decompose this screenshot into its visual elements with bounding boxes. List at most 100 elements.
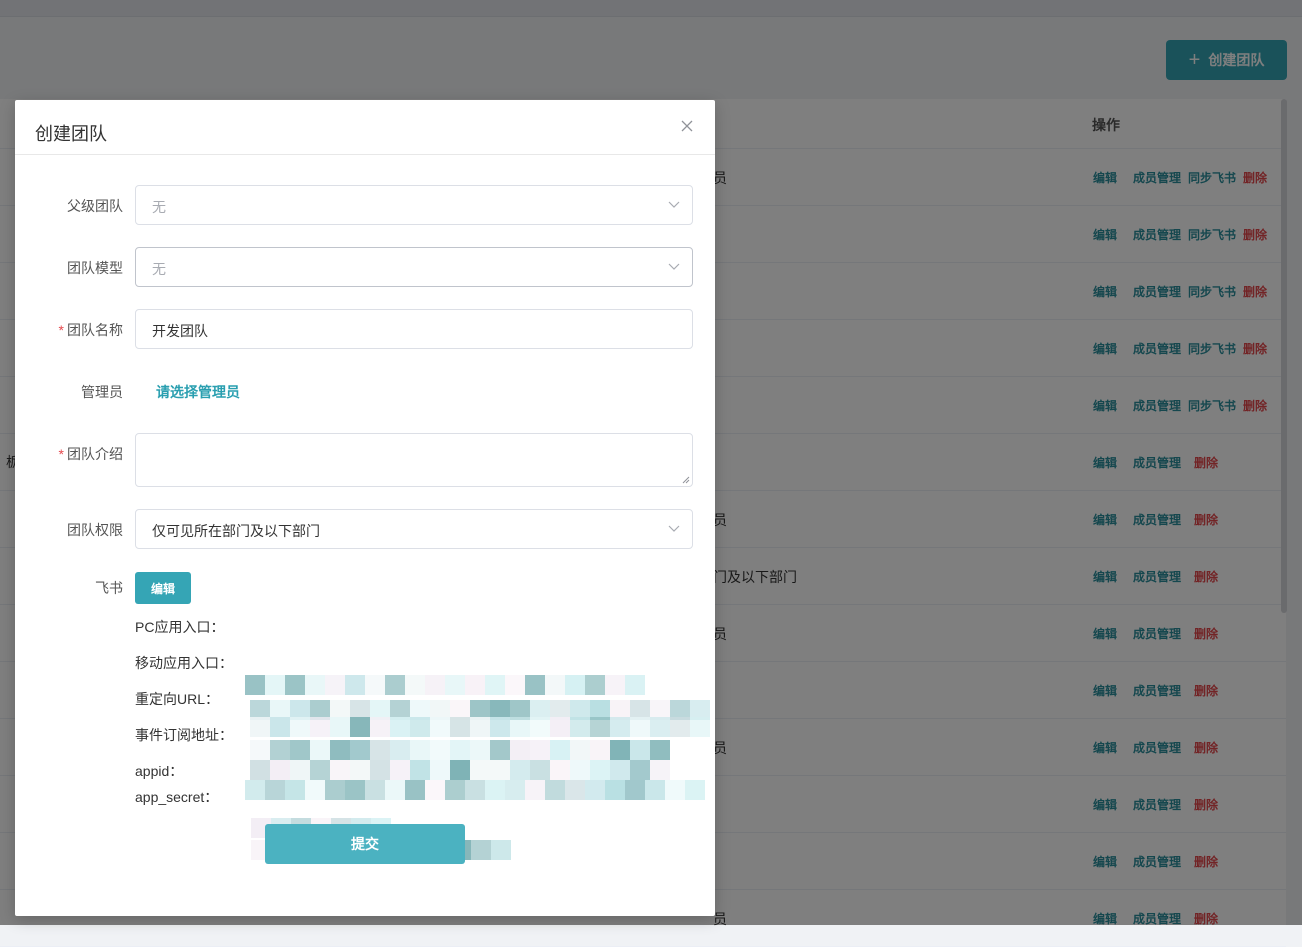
redacted-pixel: [471, 840, 491, 860]
redacted-pixel: [530, 717, 550, 737]
redacted-pixel: [650, 740, 670, 760]
redacted-pixel: [370, 717, 390, 737]
dialog-header: 创建团队: [15, 100, 715, 155]
redacted-pixel: [345, 675, 365, 695]
close-icon[interactable]: [679, 118, 695, 134]
redacted-pixel: [490, 760, 510, 780]
team-intro-label-text: 团队介绍: [67, 446, 123, 462]
redacted-pixel: [470, 740, 490, 760]
event-url-label: 事件订阅地址：: [135, 727, 233, 743]
redacted-pixel: [550, 760, 570, 780]
redacted-pixel: [490, 740, 510, 760]
redacted-pixel: [410, 740, 430, 760]
redacted-pixel: [270, 717, 290, 737]
team-permission-select[interactable]: 仅可见所在部门及以下部门: [135, 509, 693, 549]
team-model-value: 无: [152, 261, 166, 277]
redacted-pixel: [345, 780, 365, 800]
redacted-pixel: [330, 760, 350, 780]
redacted-pixel: [390, 740, 410, 760]
redacted-pixel: [430, 760, 450, 780]
redacted-pixel: [690, 717, 710, 737]
dialog-title: 创建团队: [35, 124, 107, 144]
team-permission-value: 仅可见所在部门及以下部门: [152, 523, 320, 539]
redacted-pixel: [270, 740, 290, 760]
redacted-pixel: [385, 780, 405, 800]
redacted-pixel: [570, 740, 590, 760]
redacted-pixel: [625, 675, 645, 695]
redacted-pixel: [630, 760, 650, 780]
redacted-pixel: [605, 780, 625, 800]
chevron-down-icon: [668, 263, 680, 270]
redacted-pixel: [305, 675, 325, 695]
redacted-pixel: [550, 740, 570, 760]
chevron-down-icon: [668, 525, 680, 532]
redacted-pixel: [590, 760, 610, 780]
parent-team-select[interactable]: 无: [135, 185, 693, 225]
redacted-pixel: [370, 740, 390, 760]
team-model-select[interactable]: 无: [135, 247, 693, 287]
redacted-pixel: [510, 717, 530, 737]
chevron-down-icon: [668, 201, 680, 208]
redacted-pixel: [405, 675, 425, 695]
redacted-pixel: [570, 717, 590, 737]
team-name-label-text: 团队名称: [67, 322, 123, 338]
redacted-pixel: [410, 717, 430, 737]
redacted-pixel: [245, 675, 265, 695]
redacted-pixel: [465, 675, 485, 695]
redacted-pixel: [510, 740, 530, 760]
redacted-pixel: [670, 717, 690, 737]
redirect-url-label: 重定向URL：: [135, 691, 220, 707]
redacted-pixel: [365, 780, 385, 800]
appid-label: appid：: [135, 763, 184, 779]
required-mark: *: [58, 322, 64, 338]
team-model-label: 团队模型: [67, 260, 123, 276]
redacted-pixel: [305, 780, 325, 800]
redacted-pixel: [390, 760, 410, 780]
redacted-pixel: [610, 760, 630, 780]
redacted-pixel: [525, 780, 545, 800]
redacted-pixel: [530, 740, 550, 760]
team-intro-textarea[interactable]: [135, 433, 693, 487]
app-secret-label: app_secret：: [135, 789, 219, 805]
feishu-edit-button[interactable]: 编辑: [135, 572, 191, 604]
redacted-pixel: [545, 780, 565, 800]
redacted-pixel: [450, 760, 470, 780]
redacted-pixel: [350, 740, 370, 760]
pc-entry-label: PC应用入口：: [135, 619, 225, 635]
redacted-pixel: [645, 780, 665, 800]
redacted-pixel: [665, 780, 685, 800]
redacted-pixel: [490, 717, 510, 737]
submit-button[interactable]: 提交: [265, 824, 465, 864]
redacted-pixel: [570, 760, 590, 780]
redacted-pixel: [590, 717, 610, 737]
redacted-pixel: [630, 740, 650, 760]
redacted-pixel: [505, 675, 525, 695]
redacted-pixel: [565, 780, 585, 800]
mobile-entry-label: 移动应用入口：: [135, 655, 233, 671]
redacted-pixel: [491, 840, 511, 860]
redacted-pixel: [290, 740, 310, 760]
redacted-pixel: [445, 780, 465, 800]
redacted-pixel: [330, 740, 350, 760]
redacted-pixel: [250, 717, 270, 737]
redacted-pixel: [370, 760, 390, 780]
parent-team-value: 无: [152, 199, 166, 215]
select-admin-link[interactable]: 请选择管理员: [156, 382, 240, 402]
required-mark: *: [58, 446, 64, 462]
team-name-input[interactable]: 开发团队: [135, 309, 693, 349]
redacted-pixel: [585, 780, 605, 800]
redacted-pixel: [525, 675, 545, 695]
redacted-pixel: [510, 760, 530, 780]
team-name-value: 开发团队: [152, 323, 208, 339]
redacted-pixel: [550, 717, 570, 737]
redacted-pixel: [265, 780, 285, 800]
redacted-pixel: [445, 675, 465, 695]
resize-grip-icon[interactable]: [682, 476, 690, 484]
parent-team-label: 父级团队: [67, 198, 123, 214]
redacted-pixel: [365, 675, 385, 695]
redacted-pixel: [470, 760, 490, 780]
redacted-pixel: [285, 675, 305, 695]
redacted-pixel: [650, 760, 670, 780]
redacted-pixel: [245, 780, 265, 800]
redacted-pixel: [290, 717, 310, 737]
